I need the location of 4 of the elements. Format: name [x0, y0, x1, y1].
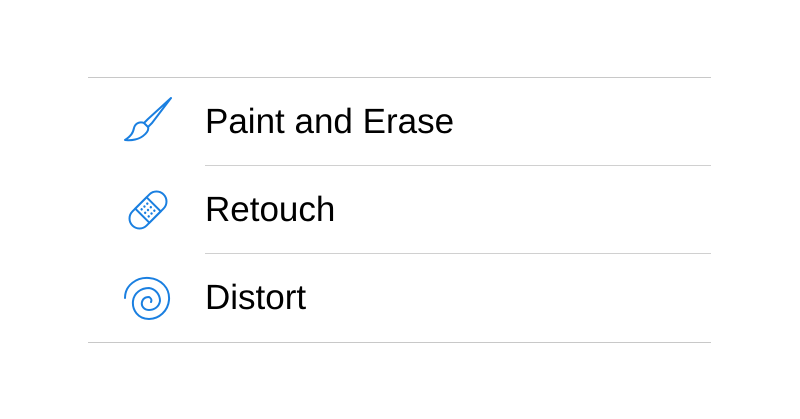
menu-item-label[interactable]: Retouch [205, 190, 336, 230]
menu-item-label[interactable]: Paint and Erase [205, 102, 454, 142]
spiral-icon [122, 275, 172, 321]
menu-item-label[interactable]: Distort [205, 278, 306, 318]
